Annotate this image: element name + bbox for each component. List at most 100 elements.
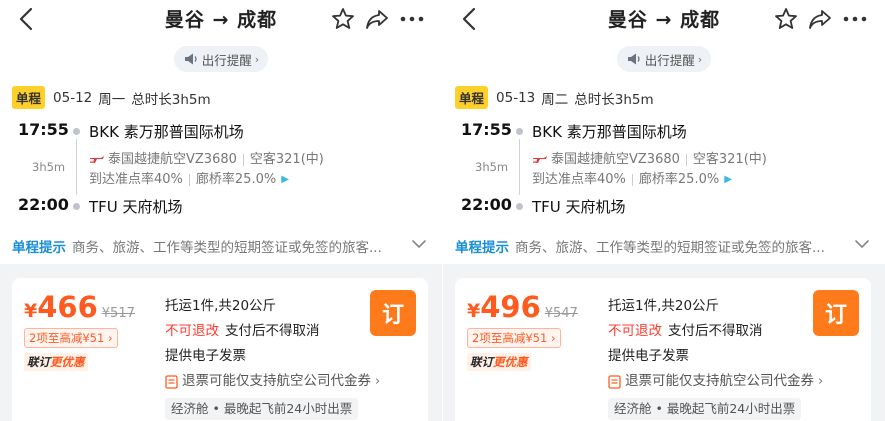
top-bar: 曼谷 → 成都 — [443, 0, 885, 38]
divider — [685, 154, 687, 166]
arrival-dot — [516, 203, 523, 210]
departure-time: 17:55 — [461, 120, 512, 139]
flight-panel-right: 曼谷 → 成都 出行提醒 › 单程 05-13 周二 总时长3h5m 17:55… — [443, 0, 885, 421]
bundle-promo-tag: 联订更优惠 — [467, 353, 531, 371]
divider — [631, 174, 633, 186]
chevron-right-icon: › — [375, 374, 381, 389]
chevron-right-icon: › — [697, 52, 703, 66]
one-way-tip[interactable]: 单程提示 商务、旅游、工作等类型的短期签证或免签的旅客... — [12, 236, 432, 256]
refund-note: 退票可能仅支持航空公司代金券 — [625, 373, 814, 389]
travel-reminder-button[interactable]: 出行提醒 › — [617, 46, 711, 72]
flight-info[interactable]: 泰国越捷航空VZ3680 空客321(中) 到达准点率40% 廊桥率25.0% … — [89, 150, 324, 190]
flight-duration: 3h5m — [475, 160, 509, 174]
tip-text: 商务、旅游、工作等类型的短期签证或免签的旅客... — [515, 240, 825, 256]
refund-voucher-link[interactable]: 退票可能仅支持航空公司代金券 › — [165, 369, 380, 394]
fare-details: 托运1件,共20公斤 不可退改 支付后不得取消 提供电子发票 退票可能仅支持航空公… — [608, 294, 823, 421]
chevron-right-icon: › — [550, 331, 556, 345]
no-change-label: 不可退改 — [608, 323, 662, 339]
timeline-line — [519, 139, 520, 195]
fare-price: 466 — [37, 290, 98, 324]
refund-policy: 不可退改 支付后不得取消 — [165, 319, 380, 344]
travel-reminder-button[interactable]: 出行提醒 › — [174, 46, 268, 72]
promo-text-b: 更优惠 — [50, 355, 85, 369]
star-outline-icon[interactable] — [330, 6, 356, 32]
trip-date: 05-12 — [53, 89, 93, 106]
departure-airport: BKK 素万那普国际机场 — [532, 123, 687, 141]
share-arrow-icon[interactable] — [364, 6, 390, 32]
airline-logo-icon — [90, 156, 104, 163]
document-icon — [608, 374, 621, 389]
star-outline-icon[interactable] — [773, 6, 799, 32]
arrival-airport: TFU 天府机场 — [89, 198, 183, 216]
book-button[interactable]: 订 — [370, 290, 416, 336]
arrival-airport: TFU 天府机场 — [532, 198, 626, 216]
discount-text: 2项至高减¥51 — [29, 331, 105, 345]
flight-duration: 3h5m — [32, 160, 66, 174]
tip-text: 商务、旅游、工作等类型的短期签证或免签的旅客... — [72, 240, 382, 256]
trip-date: 05-13 — [496, 89, 536, 106]
aircraft-type: 空客321(中) — [692, 152, 767, 167]
promo-text-a: 联订 — [27, 355, 50, 369]
play-triangle-icon: ▶ — [724, 174, 732, 185]
flight-info[interactable]: 泰国越捷航空VZ3680 空客321(中) 到达准点率40% 廊桥率25.0% … — [532, 150, 767, 190]
airline-flight-number: 泰国越捷航空VZ3680 — [551, 152, 680, 167]
promo-text-b: 更优惠 — [493, 355, 528, 369]
refund-note: 退票可能仅支持航空公司代金券 — [182, 373, 371, 389]
tip-label: 单程提示 — [12, 240, 66, 256]
book-button[interactable]: 订 — [813, 290, 859, 336]
fare-card[interactable]: ¥ 496 ¥547 2项至高减¥51 › 联订更优惠 托运1件,共20公斤 不… — [455, 278, 871, 421]
departure-dot — [516, 128, 523, 135]
on-time-rate: 到达准点率40% — [89, 172, 183, 187]
fare-details: 托运1件,共20公斤 不可退改 支付后不得取消 提供电子发票 退票可能仅支持航空公… — [165, 294, 380, 421]
share-arrow-icon[interactable] — [807, 6, 833, 32]
more-dots-icon[interactable] — [842, 6, 868, 32]
airline-logo-icon — [533, 156, 547, 163]
bridge-rate: 廊桥率25.0% — [638, 172, 720, 187]
price-section: ¥ 466 ¥517 2项至高减¥51 › 联订更优惠 托运1件,共20公斤 不… — [0, 264, 442, 421]
discount-badge[interactable]: 2项至高减¥51 › — [467, 328, 561, 348]
price-row: ¥ 466 ¥517 — [24, 290, 135, 324]
arrival-time: 22:00 — [18, 195, 69, 214]
tip-label: 单程提示 — [455, 240, 509, 256]
chevron-right-icon: › — [107, 331, 113, 345]
price-row: ¥ 496 ¥547 — [467, 290, 578, 324]
no-cancel-label: 支付后不得取消 — [668, 323, 763, 339]
chevron-right-icon: › — [254, 52, 260, 66]
cabin-class-tag: 经济舱 • 最晚起飞前24小时出票 — [608, 398, 802, 420]
trip-total-duration: 总时长3h5m — [574, 91, 654, 108]
departure-airport: BKK 素万那普国际机场 — [89, 123, 244, 141]
refund-voucher-link[interactable]: 退票可能仅支持航空公司代金券 › — [608, 369, 823, 394]
play-triangle-icon: ▶ — [281, 174, 289, 185]
discount-badge[interactable]: 2项至高减¥51 › — [24, 328, 118, 348]
bridge-rate: 廊桥率25.0% — [195, 172, 277, 187]
currency-symbol: ¥ — [467, 300, 481, 322]
chevron-right-icon: › — [818, 374, 824, 389]
fare-card[interactable]: ¥ 466 ¥517 2项至高减¥51 › 联订更优惠 托运1件,共20公斤 不… — [12, 278, 428, 421]
original-price: ¥547 — [544, 306, 578, 321]
trip-weekday: 周二 — [541, 91, 569, 108]
arrival-dot — [73, 203, 80, 210]
trip-summary: 单程 05-13 周二 总时长3h5m — [455, 86, 654, 109]
divider — [242, 154, 244, 166]
fare-price: 496 — [480, 290, 541, 324]
chevron-down-icon[interactable] — [855, 240, 869, 249]
document-icon — [165, 374, 178, 389]
bundle-promo-tag: 联订更优惠 — [24, 353, 88, 371]
refund-policy: 不可退改 支付后不得取消 — [608, 319, 823, 344]
invoice-info: 提供电子发票 — [165, 348, 246, 364]
more-dots-icon[interactable] — [399, 6, 425, 32]
trip-weekday: 周一 — [98, 91, 126, 108]
no-change-label: 不可退改 — [165, 323, 219, 339]
departure-time: 17:55 — [18, 120, 69, 139]
one-way-tip[interactable]: 单程提示 商务、旅游、工作等类型的短期签证或免签的旅客... — [455, 236, 875, 256]
price-section: ¥ 496 ¥547 2项至高减¥51 › 联订更优惠 托运1件,共20公斤 不… — [443, 264, 885, 421]
chevron-down-icon[interactable] — [412, 240, 426, 249]
promo-text-a: 联订 — [470, 355, 493, 369]
baggage-allowance: 托运1件,共20公斤 — [165, 298, 277, 314]
airline-flight-number: 泰国越捷航空VZ3680 — [108, 152, 237, 167]
reminder-label: 出行提醒 — [201, 52, 252, 68]
currency-symbol: ¥ — [24, 300, 38, 322]
reminder-label: 出行提醒 — [644, 52, 695, 68]
discount-text: 2项至高减¥51 — [472, 331, 548, 345]
arrival-time: 22:00 — [461, 195, 512, 214]
